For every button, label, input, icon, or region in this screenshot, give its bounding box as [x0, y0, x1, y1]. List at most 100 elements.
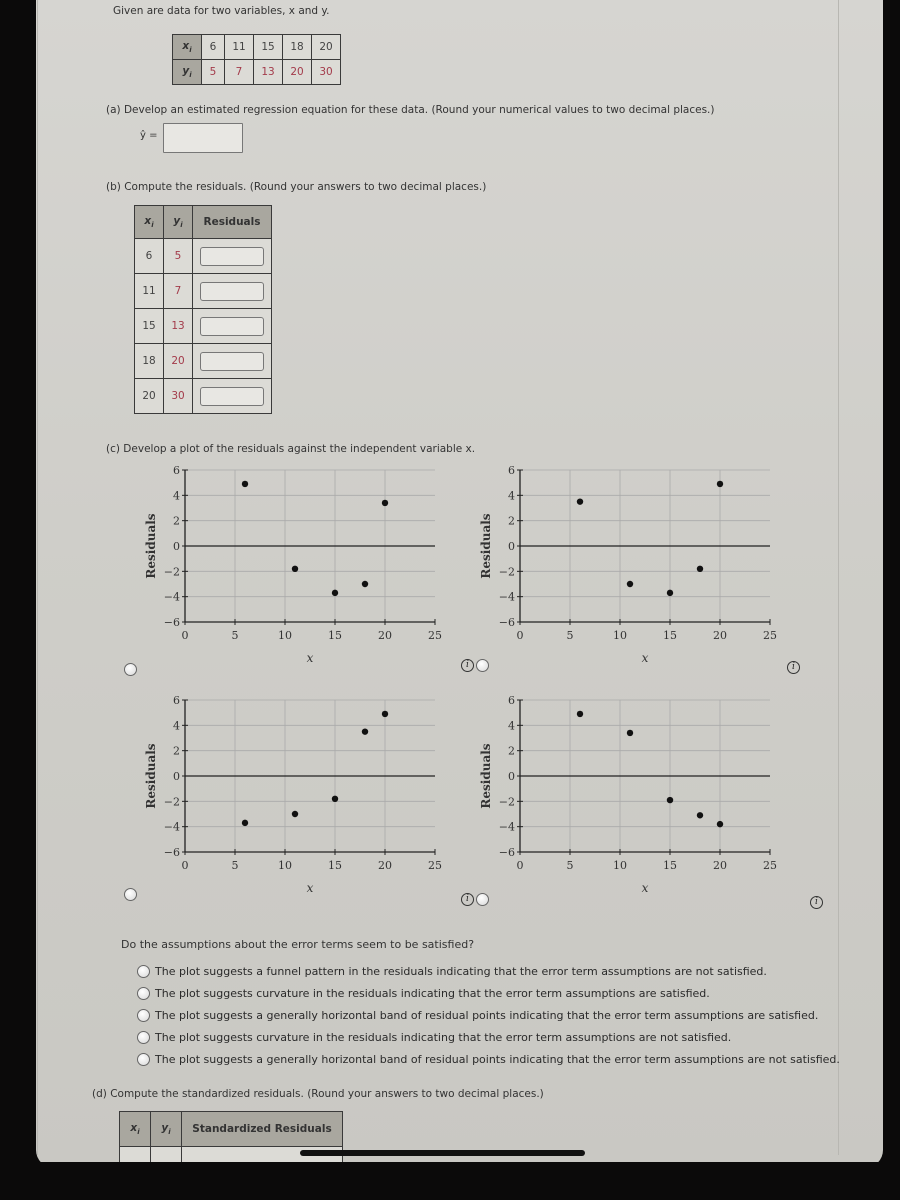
choice-2-label: The plot suggests curvature in the resid… [155, 987, 710, 1000]
y-tick-label: 0 [173, 540, 180, 553]
residual-input[interactable] [200, 246, 264, 266]
y-tick-label: −6 [164, 616, 180, 629]
y-tick-label: 0 [173, 770, 180, 783]
given-data-table: xi 6 11 15 18 20 yi 5 7 13 20 30 [172, 34, 341, 85]
yhat-label: ŷ = [140, 130, 158, 141]
residual-plot-option-4: 6420−2−4−60 5 10 15 20 25xResiduals [479, 694, 777, 895]
table-row: 6 5 [134, 238, 272, 274]
y-value: 5 [163, 238, 193, 274]
y-tick-label: 4 [173, 719, 180, 732]
plot-option-2-radio[interactable] [476, 659, 489, 672]
residual-input[interactable] [200, 281, 264, 301]
y-tick-label: −2 [499, 795, 515, 808]
plot-option-4-radio[interactable] [476, 893, 489, 906]
y-value: 5 [201, 59, 225, 85]
intro-text: Given are data for two variables, x and … [113, 5, 330, 17]
plot-option-1-radio[interactable] [124, 663, 137, 676]
y-value: 20 [163, 343, 193, 379]
data-point [716, 820, 724, 828]
x-tick-label: 10 [613, 629, 627, 642]
x-header: xi [172, 34, 202, 60]
x-tick-label: 15 [663, 629, 677, 642]
y-tick-label: 6 [508, 464, 515, 477]
y-tick-label: 6 [508, 694, 515, 707]
x-value: 18 [134, 343, 164, 379]
plot-option-2-info-icon[interactable]: i [787, 661, 800, 674]
data-point [331, 795, 339, 802]
choice-5-label: The plot suggests a generally horizontal… [155, 1053, 840, 1066]
x-tick-label: 25 [763, 859, 777, 872]
x-tick-label: 5 [232, 859, 239, 872]
y-tick-label: 6 [173, 464, 180, 477]
x-header: xi [134, 205, 164, 239]
part-a-prompt: (a) Develop an estimated regression equa… [106, 104, 715, 116]
choice-5-radio[interactable] [137, 1053, 150, 1066]
y-tick-label: −4 [499, 821, 515, 834]
plot-option-3-info-icon[interactable]: i [461, 893, 474, 906]
choice-4-label: The plot suggests curvature in the resid… [155, 1031, 732, 1044]
residual-input[interactable] [200, 386, 264, 406]
standardized-header-row: xi yi Standardized Residuals [119, 1111, 343, 1147]
part-b-prompt: (b) Compute the residuals. (Round your a… [106, 181, 487, 193]
y-tick-label: −2 [499, 565, 515, 578]
data-point [716, 480, 724, 488]
x-tick-label: 0 [182, 859, 189, 872]
y-tick-label: −4 [164, 591, 180, 604]
table-row: 18 20 [134, 343, 272, 379]
y-tick-label: 6 [173, 694, 180, 707]
residual-input[interactable] [200, 351, 264, 371]
x-axis-label: x [307, 881, 314, 895]
panel-border-left [37, 0, 38, 1155]
y-tick-label: 2 [173, 515, 180, 528]
y-tick-label: 2 [508, 745, 515, 758]
data-point [576, 498, 584, 505]
residual-cell [192, 273, 272, 309]
choice-3-radio[interactable] [137, 1009, 150, 1022]
residual-input[interactable] [200, 316, 264, 336]
y-tick-label: 0 [508, 770, 515, 783]
x-value: 11 [224, 34, 254, 60]
choice-2-radio[interactable] [137, 987, 150, 1000]
plot-option-4-info-icon[interactable]: i [810, 896, 823, 909]
table-row-x: xi 6 11 15 18 20 [172, 34, 341, 60]
plot-option-3-radio[interactable] [124, 888, 137, 901]
residual-plot-option-1: 6420−2−4−60 5 10 15 20 25xResiduals [144, 464, 442, 665]
data-point [626, 580, 634, 588]
y-tick-label: 4 [173, 489, 180, 502]
x-value: 6 [201, 34, 225, 60]
x-tick-label: 20 [378, 859, 392, 872]
x-axis-label: x [307, 651, 314, 665]
x-tick-label: 15 [328, 859, 342, 872]
y-value: 30 [311, 59, 341, 85]
y-value: 30 [163, 378, 193, 414]
x-tick-label: 25 [428, 629, 442, 642]
data-point [696, 812, 704, 819]
x-tick-label: 25 [763, 629, 777, 642]
choice-1-radio[interactable] [137, 965, 150, 978]
y-tick-label: 4 [508, 489, 515, 502]
data-point [381, 499, 389, 507]
y-tick-label: −4 [164, 821, 180, 834]
y-axis-label: Residuals [479, 513, 493, 578]
residual-plot-option-2: 6420−2−4−60 5 10 15 20 25xResiduals [479, 464, 777, 665]
x-tick-label: 20 [713, 629, 727, 642]
residual-cell [192, 308, 272, 344]
data-point [361, 580, 369, 588]
choice-3-label: The plot suggests a generally horizontal… [155, 1009, 819, 1022]
plot-option-1-info-icon[interactable]: i [461, 659, 474, 672]
choice-4-radio[interactable] [137, 1031, 150, 1044]
x-axis-label: x [642, 881, 649, 895]
panel-border-right [838, 0, 839, 1155]
regression-equation-input[interactable] [163, 123, 243, 153]
residuals-header-row: xi yi Residuals [134, 205, 272, 239]
x-tick-label: 5 [567, 629, 574, 642]
x-value: 15 [134, 308, 164, 344]
data-point [666, 589, 674, 597]
x-tick-label: 5 [232, 629, 239, 642]
y-value: 7 [163, 273, 193, 309]
x-value: 6 [134, 238, 164, 274]
x-axis-label: x [642, 651, 649, 665]
table-row: 11 7 [134, 273, 272, 309]
part-d-prompt: (d) Compute the standardized residuals. … [92, 1088, 544, 1100]
table-row: 15 13 [134, 308, 272, 344]
